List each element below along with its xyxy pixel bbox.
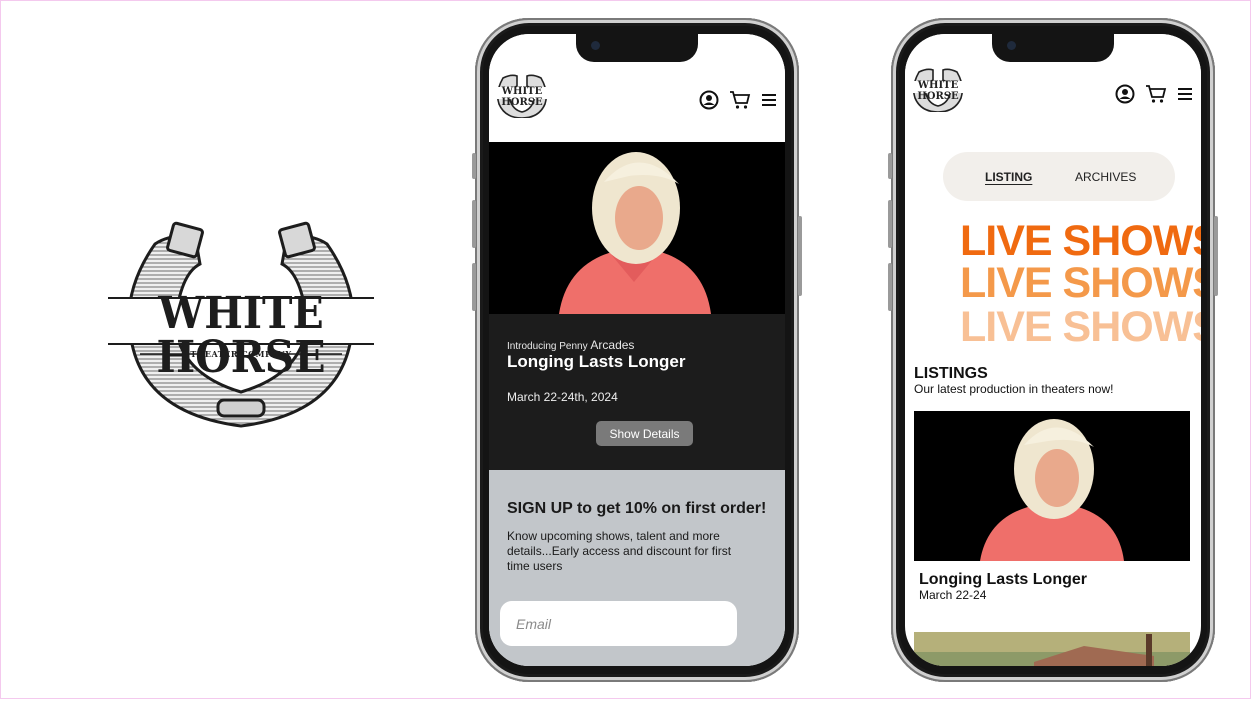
phone-power-button <box>1214 216 1218 296</box>
hamburger-menu-icon[interactable] <box>1177 87 1193 101</box>
user-circle-icon[interactable] <box>699 90 719 110</box>
phone-screen: WHITE HORSE Introducing Penny Arcades Lo… <box>489 34 785 666</box>
listings-heading: LISTINGS <box>914 365 988 382</box>
brand-logo: WHITE HORSE THEATER COMPANY <box>100 214 382 434</box>
header-logo[interactable]: WHITE HORSE <box>491 72 553 119</box>
phone-volume-up <box>888 200 892 248</box>
cart-icon[interactable] <box>1145 84 1167 104</box>
signup-section: SIGN UP to get 10% on first order! Know … <box>489 470 785 666</box>
phone-volume-up <box>472 200 476 248</box>
cart-icon[interactable] <box>729 90 751 110</box>
header-logo-text: WHITE HORSE <box>501 86 543 108</box>
header-logo[interactable]: WHITE HORSE <box>907 66 969 113</box>
logo-title: WHITE HORSE <box>156 288 326 383</box>
listing-date: March 22-24 <box>919 588 987 602</box>
phone-mockup-home: WHITE HORSE Introducing Penny Arcades Lo… <box>472 18 802 682</box>
phone-side-button <box>472 153 476 179</box>
show-details-button[interactable]: Show Details <box>596 421 693 446</box>
live-shows-banner-line: LIVE SHOWS <box>960 217 1201 265</box>
phone-notch <box>576 34 698 62</box>
phone-notch <box>992 34 1114 62</box>
phone-power-button <box>798 216 802 296</box>
live-shows-banner-line: LIVE SHOWS <box>960 259 1201 307</box>
event-artist-name: Arcades <box>590 338 635 352</box>
event-title: Longing Lasts Longer <box>507 352 686 371</box>
phone-volume-down <box>472 263 476 311</box>
logo-subtitle: THEATER COMPANY <box>190 349 292 359</box>
header-logo-text: WHITE HORSE <box>917 80 959 102</box>
email-field[interactable] <box>500 601 737 646</box>
listing-title[interactable]: Longing Lasts Longer <box>919 571 1087 589</box>
phone-volume-down <box>888 263 892 311</box>
event-hero-image <box>489 142 785 314</box>
listings-subtitle: Our latest production in theaters now! <box>914 382 1114 396</box>
listing-image[interactable] <box>914 632 1190 666</box>
tab-listing[interactable]: LISTING <box>985 170 1032 184</box>
phone-screen: WHITE HORSE LISTING ARCHIVES LIVE SHOWS … <box>905 34 1201 666</box>
hamburger-menu-icon[interactable] <box>761 93 777 107</box>
signup-title: SIGN UP to get 10% on first order! <box>507 500 767 517</box>
live-shows-banner-line: LIVE SHOWS <box>960 303 1201 351</box>
event-card: Introducing Penny Arcades Longing Lasts … <box>489 314 785 470</box>
tab-archives[interactable]: ARCHIVES <box>1075 170 1136 184</box>
event-date: March 22-24th, 2024 <box>507 390 618 404</box>
user-circle-icon[interactable] <box>1115 84 1135 104</box>
listing-image[interactable] <box>914 411 1190 561</box>
listing-archive-toggle: LISTING ARCHIVES <box>943 152 1175 201</box>
event-intro: Introducing Penny Arcades <box>507 338 635 352</box>
phone-mockup-listings: WHITE HORSE LISTING ARCHIVES LIVE SHOWS … <box>888 18 1218 682</box>
phone-side-button <box>888 153 892 179</box>
signup-description: Know upcoming shows, talent and more det… <box>507 529 732 573</box>
